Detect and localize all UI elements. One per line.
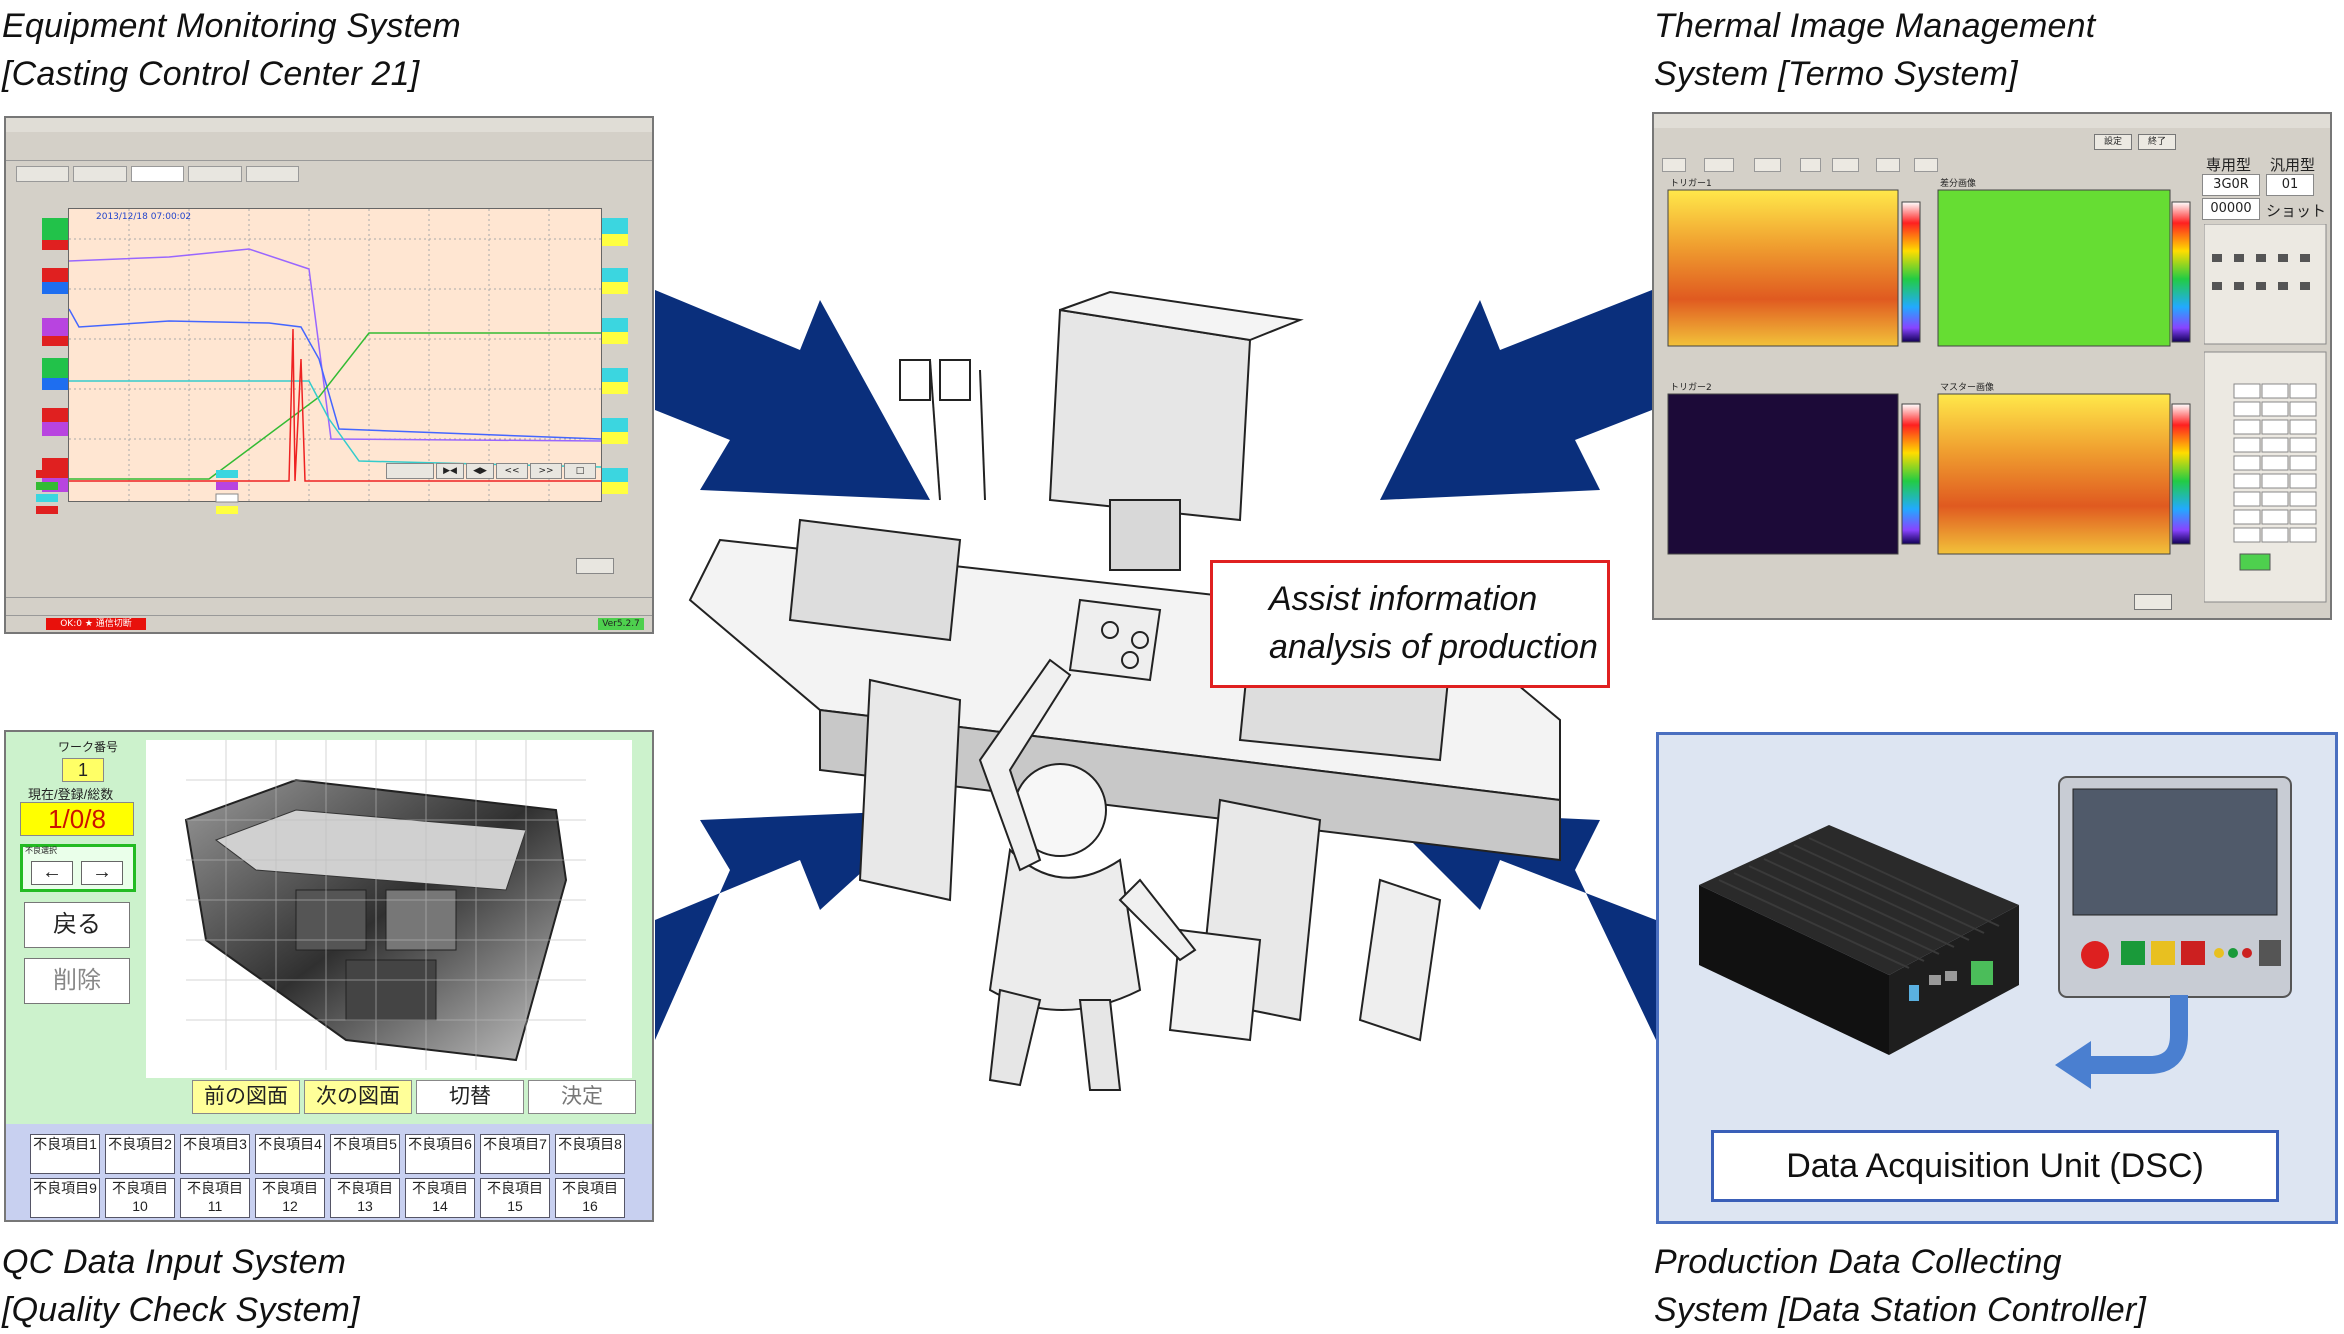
em-error-indicator: OK:0 ★ 通信切断 [46, 618, 146, 630]
qc-back-button[interactable]: 戻る [24, 902, 130, 948]
defect-item-button[interactable]: 不良項目2 [105, 1134, 175, 1174]
qc-prev-drawing-button[interactable]: 前の図面 [192, 1080, 300, 1114]
arrow-top-left [655, 290, 930, 500]
em-return-button[interactable] [576, 558, 614, 574]
thermal-image-screenshot: 設定 終了 トリガー1 差分画像 トリガー2 マスター画像 専用型 汎用型 3G… [1652, 112, 2332, 620]
arrow-top-right [1380, 290, 1652, 500]
qc-nav-group-label: 不良選択 [25, 846, 57, 855]
qc-prev-arrow-button[interactable]: ← [31, 861, 73, 885]
qc-data-input-screenshot: ワーク番号 1 現在/登録/総数 1/0/8 不良選択 ← → 戻る 削除 前の… [4, 730, 654, 1222]
defect-item-button[interactable]: 不良項目14 [405, 1178, 475, 1218]
em-tab-1[interactable] [16, 166, 70, 182]
defect-item-button[interactable]: 不良項目6 [405, 1134, 475, 1174]
defect-item-button[interactable]: 不良項目7 [480, 1134, 550, 1174]
defect-item-button[interactable]: 不良項目15 [480, 1178, 550, 1218]
defect-item-button[interactable]: 不良項目9 [30, 1178, 100, 1218]
em-version-indicator: Ver5.2.7 [598, 618, 644, 630]
th-shot-count: 00000 [2202, 198, 2260, 220]
defect-item-button[interactable]: 不良項目8 [555, 1134, 625, 1174]
defect-item-button[interactable]: 不良項目16 [555, 1178, 625, 1218]
em-tab-5[interactable] [245, 166, 300, 182]
defect-item-button[interactable]: 不良項目1 [30, 1134, 100, 1174]
th-mold-type-label: 専用型 [2206, 156, 2252, 174]
em-series-cyan [69, 380, 601, 468]
em-date-controls [6, 186, 652, 200]
th-execute-button[interactable] [2134, 594, 2172, 610]
qc-part-drawing[interactable] [146, 740, 632, 1078]
assist-info-callout: Assist information analysis of productio… [1210, 560, 1610, 688]
em-infobar [6, 146, 652, 161]
em-next-button[interactable]: >> [530, 463, 562, 479]
th-status-grid [2204, 224, 2327, 603]
em-timestamp: 2013/12/18 07:00:02 [96, 212, 192, 222]
em-waveform-chart [68, 208, 602, 502]
qc-work-number: 1 [62, 758, 104, 782]
em-stop-button[interactable]: □ [564, 463, 596, 479]
defect-item-button[interactable]: 不良項目4 [255, 1134, 325, 1174]
em-menubar [6, 118, 652, 133]
qc-count-value: 1/0/8 [20, 802, 134, 836]
qc-defect-items-panel: 不良項目1 不良項目2 不良項目3 不良項目4 不良項目5 不良項目6 不良項目… [6, 1124, 652, 1220]
em-left-scale [42, 208, 68, 500]
em-tabs [16, 166, 300, 182]
qc-delete-button[interactable]: 削除 [24, 958, 130, 1004]
em-tab-2[interactable] [73, 166, 127, 182]
equipment-monitoring-screenshot: 2013/12/18 07:00:02 ▶◀ ◀▶ << >> □ OK:0 ★… [4, 116, 654, 634]
defect-item-button[interactable]: 不良項目12 [255, 1178, 325, 1218]
em-toolbar [6, 132, 652, 147]
em-prev-button[interactable]: << [496, 463, 528, 479]
defect-item-button[interactable]: 不良項目13 [330, 1178, 400, 1218]
qc-work-label: ワーク番号 [58, 740, 119, 754]
em-series-red [69, 328, 601, 482]
em-play-back-button[interactable]: ▶◀ [436, 463, 464, 479]
em-series-blue [69, 308, 601, 440]
em-series-green [69, 332, 601, 480]
qc-defect-nav-group: 不良選択 ← → [20, 844, 136, 892]
defect-item-button[interactable]: 不良項目11 [180, 1178, 250, 1218]
em-tab-3[interactable] [130, 166, 185, 182]
em-waveform-svg [69, 209, 601, 501]
callout-line2: analysis of production [1269, 628, 1598, 666]
em-function-bar [6, 597, 652, 614]
defect-item-button[interactable]: 不良項目3 [180, 1134, 250, 1174]
qc-switch-button[interactable]: 切替 [416, 1080, 524, 1114]
em-zoom-button[interactable] [386, 463, 434, 479]
th-mold-code: 3G0R [2202, 174, 2260, 196]
th-general-code: 01 [2266, 174, 2314, 196]
qc-next-arrow-button[interactable]: → [81, 861, 123, 885]
em-right-scale [602, 208, 628, 500]
data-station-panel: Data Acquisition Unit (DSC) [1656, 732, 2338, 1224]
th-general-type-label: 汎用型 [2270, 156, 2316, 174]
em-series-purple [69, 248, 601, 442]
callout-line1: Assist information [1269, 580, 1538, 618]
em-legend [36, 470, 239, 514]
em-tab-4[interactable] [188, 166, 242, 182]
defect-item-button[interactable]: 不良項目10 [105, 1178, 175, 1218]
defect-item-button[interactable]: 不良項目5 [330, 1134, 400, 1174]
qc-next-drawing-button[interactable]: 次の図面 [304, 1080, 412, 1114]
em-play-forward-button[interactable]: ◀▶ [466, 463, 494, 479]
engine-block-drawing [184, 740, 586, 1070]
qc-confirm-button[interactable]: 決定 [528, 1080, 636, 1114]
qc-count-label: 現在/登録/総数 [28, 787, 114, 802]
dsc-unit-label: Data Acquisition Unit (DSC) [1711, 1130, 2279, 1202]
